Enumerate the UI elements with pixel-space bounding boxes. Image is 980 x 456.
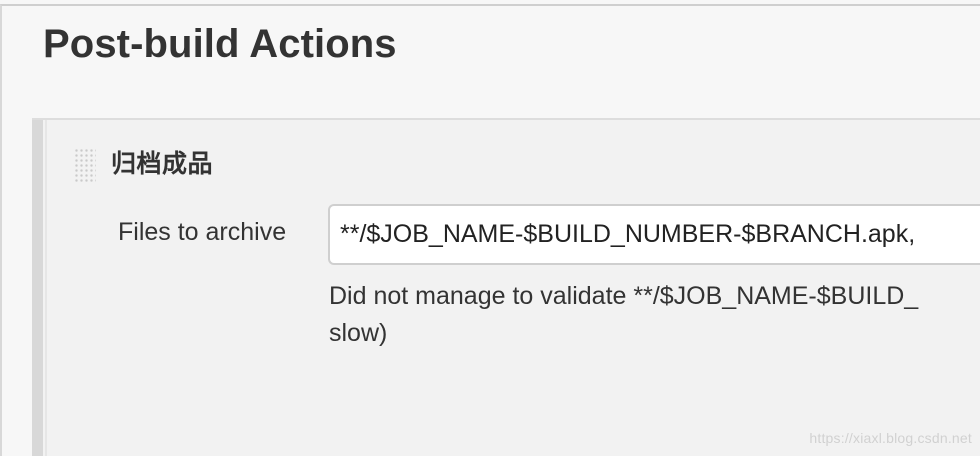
files-to-archive-input[interactable]: **/$JOB_NAME-$BUILD_NUMBER-$BRANCH.apk, [328,204,980,265]
jenkins-post-build-page: Post-build Actions 归档成品 Files to archive… [0,0,980,456]
validation-message-tail: slow) [329,319,388,347]
drag-handle-icon[interactable] [74,148,96,182]
validation-message: Did not manage to validate **/$JOB_NAME-… [329,282,919,310]
watermark: https://xiaxl.blog.csdn.net [809,430,972,446]
archive-artifacts-title: 归档成品 [111,150,214,178]
step-left-rail [32,120,43,456]
post-build-actions-title: Post-build Actions [43,22,397,66]
archive-artifacts-step: 归档成品 Files to archive **/$JOB_NAME-$BUIL… [32,118,980,456]
files-to-archive-label: Files to archive [118,218,287,246]
step-content: 归档成品 Files to archive **/$JOB_NAME-$BUIL… [45,120,980,456]
